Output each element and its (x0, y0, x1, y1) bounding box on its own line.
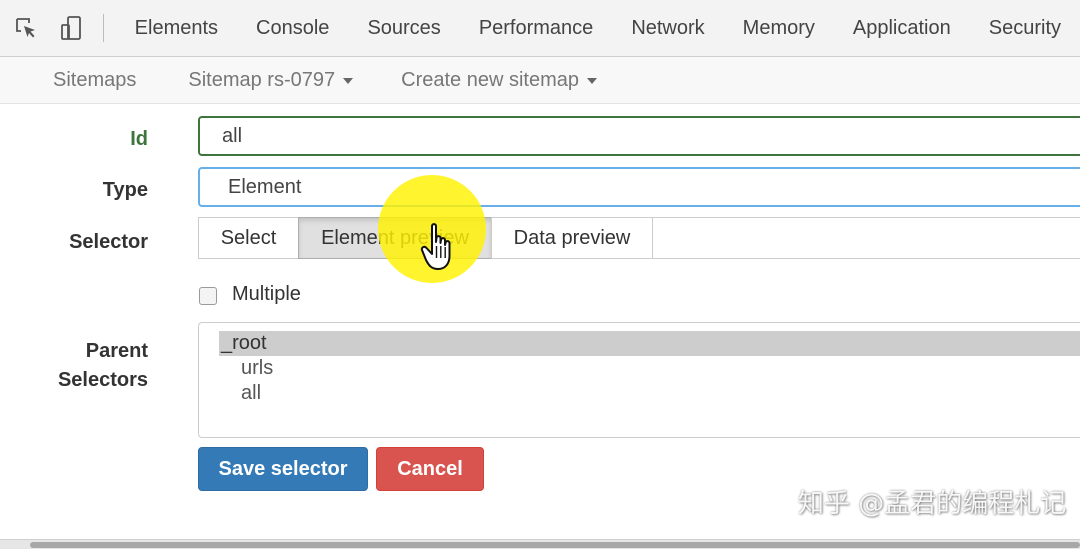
tab-performance[interactable]: Performance (460, 0, 613, 56)
scrollbar-thumb[interactable] (30, 542, 1080, 548)
save-selector-label: Save selector (218, 457, 348, 480)
tab-network[interactable]: Network (612, 0, 723, 56)
tab-elements[interactable]: Elements (116, 0, 237, 56)
parent-label-line2: Selectors (57, 369, 148, 391)
watermark-text: 知乎 @孟君的编程札记 (798, 489, 1067, 519)
save-selector-button[interactable]: Save selector (198, 447, 368, 491)
parent-option-urls-label: urls (241, 357, 274, 379)
element-preview-button[interactable]: Element preview (298, 217, 492, 259)
parent-option-urls[interactable]: urls (217, 356, 1080, 381)
id-input[interactable]: all (198, 116, 1080, 156)
element-preview-button-label: Element preview (321, 226, 469, 249)
sitemap-dropdown[interactable]: Sitemap rs-0797 (188, 68, 354, 92)
selector-label: Selector (69, 231, 148, 253)
parent-selectors-label: Parent Selectors (18, 337, 148, 395)
sitemap-dropdown-label: Sitemap rs-0797 (188, 68, 336, 91)
selector-input[interactable] (652, 217, 1080, 259)
tab-sources[interactable]: Sources (348, 0, 459, 56)
sitemaps-link[interactable]: Sitemaps (53, 69, 136, 92)
parent-option-all[interactable]: all (217, 381, 1080, 406)
type-select[interactable]: Element (198, 167, 1080, 207)
sitemap-navbar: Sitemaps Sitemap rs-0797 Create new site… (0, 57, 1080, 104)
inspect-element-icon[interactable] (14, 15, 39, 41)
parent-selectors-list[interactable]: _root urls all (198, 322, 1080, 438)
parent-option-root[interactable]: _root (219, 331, 1080, 356)
toolbar-divider (102, 14, 104, 42)
parent-option-root-label: _root (221, 332, 267, 354)
select-button-label: Select (220, 226, 277, 249)
type-select-value: Element (228, 175, 302, 198)
parent-label-line1: Parent (85, 340, 148, 362)
device-toolbar-icon[interactable] (59, 15, 85, 41)
multiple-label: Multiple (232, 283, 301, 305)
tab-application[interactable]: Application (834, 0, 970, 56)
data-preview-button[interactable]: Data preview (491, 217, 653, 259)
selector-button-group: Select Element preview Data preview (198, 217, 653, 259)
id-label: Id (130, 128, 148, 150)
cancel-label: Cancel (397, 457, 463, 480)
tab-console[interactable]: Console (237, 0, 348, 56)
create-sitemap-label: Create new sitemap (401, 68, 579, 91)
create-sitemap-dropdown[interactable]: Create new sitemap (401, 69, 597, 92)
horizontal-scrollbar[interactable] (0, 539, 1080, 549)
devtools-tab-bar: Elements Console Sources Performance Net… (0, 0, 1080, 57)
sitemaps-link-label: Sitemaps (53, 68, 137, 91)
type-label: Type (102, 179, 148, 201)
caret-down-icon (343, 78, 354, 84)
data-preview-button-label: Data preview (513, 226, 631, 249)
parent-option-all-label: all (241, 382, 262, 404)
multiple-checkbox[interactable] (199, 287, 217, 305)
id-input-value: all (222, 124, 243, 147)
cancel-button[interactable]: Cancel (376, 447, 484, 491)
screen: Elements Console Sources Performance Net… (0, 0, 1080, 549)
tab-memory[interactable]: Memory (724, 0, 834, 56)
tab-security[interactable]: Security (970, 0, 1080, 56)
select-button[interactable]: Select (198, 217, 299, 259)
caret-down-icon (587, 78, 597, 84)
